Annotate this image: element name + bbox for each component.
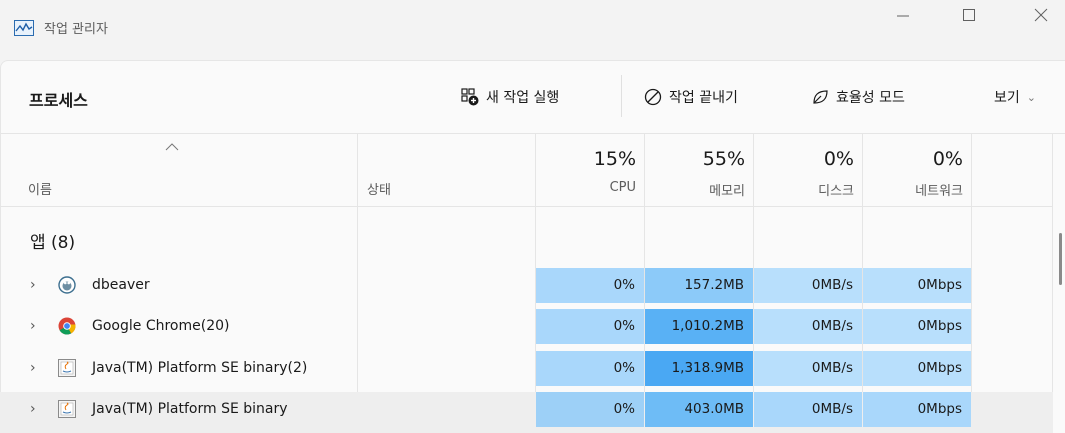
maximize-button[interactable] bbox=[948, 4, 990, 30]
cpu-value: 0% bbox=[536, 309, 644, 344]
table-row[interactable]: › Java(TM) Platform SE binary(2) 0% 1,31… bbox=[0, 351, 1053, 386]
window-title: 작업 관리자 bbox=[44, 22, 108, 37]
minimize-button[interactable] bbox=[882, 4, 924, 30]
cpu-value: 0% bbox=[536, 351, 644, 386]
network-total: 0% bbox=[932, 148, 963, 170]
disk-value: 0MB/s bbox=[754, 351, 862, 386]
leaf-icon bbox=[813, 90, 828, 104]
end-task-button[interactable]: 작업 끝내기 bbox=[644, 86, 738, 108]
new-task-label: 새 작업 실행 bbox=[486, 90, 560, 106]
new-task-button[interactable]: 새 작업 실행 bbox=[461, 86, 559, 108]
minimize-icon bbox=[897, 15, 909, 17]
cpu-value: 0% bbox=[536, 392, 644, 427]
process-name: Java(TM) Platform SE binary bbox=[92, 401, 288, 417]
close-button[interactable] bbox=[1020, 4, 1062, 30]
column-network[interactable]: 네트워크 bbox=[887, 180, 963, 199]
memory-value: 157.2MB bbox=[645, 268, 753, 303]
sort-ascending-icon bbox=[165, 143, 179, 151]
chevron-down-icon: ⌄ bbox=[1026, 90, 1036, 104]
end-task-label: 작업 끝내기 bbox=[669, 90, 738, 106]
table-row[interactable]: › Java(TM) Platform SE binary 0% 403.0MB… bbox=[0, 392, 1053, 433]
title-bar: 작업 관리자 bbox=[0, 0, 1065, 60]
disk-total: 0% bbox=[823, 148, 854, 170]
memory-value: 1,010.2MB bbox=[645, 309, 753, 344]
toolbar: 프로세스 새 작업 실행 작업 끝내기 효율성 모드 보기 ⌄ bbox=[1, 61, 1065, 134]
network-value: 0Mbps bbox=[863, 268, 971, 303]
disk-value: 0MB/s bbox=[754, 309, 862, 344]
process-name: Java(TM) Platform SE binary(2) bbox=[92, 360, 308, 376]
efficiency-mode-button[interactable]: 효율성 모드 bbox=[811, 86, 905, 108]
table-row[interactable]: › Google Chrome(20) 0% 1,010.2MB 0MB/s 0… bbox=[0, 309, 1053, 344]
group-header-apps[interactable]: 앱 (8) bbox=[30, 228, 75, 253]
view-label: 보기 bbox=[994, 90, 1020, 106]
memory-total: 55% bbox=[702, 148, 745, 170]
network-value: 0Mbps bbox=[863, 351, 971, 386]
chevron-right-icon[interactable]: › bbox=[30, 277, 36, 293]
java-icon bbox=[58, 359, 76, 377]
new-task-icon bbox=[461, 88, 479, 106]
task-manager-icon bbox=[14, 20, 34, 36]
network-value: 0Mbps bbox=[863, 392, 971, 427]
chevron-right-icon[interactable]: › bbox=[30, 360, 36, 376]
java-icon bbox=[58, 400, 76, 418]
chevron-right-icon[interactable]: › bbox=[30, 401, 36, 417]
chrome-icon bbox=[58, 317, 76, 335]
page-title: 프로세스 bbox=[29, 91, 88, 110]
disk-value: 0MB/s bbox=[754, 392, 862, 427]
memory-value: 1,318.9MB bbox=[645, 351, 753, 386]
toolbar-divider bbox=[621, 75, 622, 117]
network-value: 0Mbps bbox=[863, 309, 971, 344]
process-name: Google Chrome(20) bbox=[92, 318, 230, 334]
disk-value: 0MB/s bbox=[754, 268, 862, 303]
close-icon bbox=[1034, 8, 1048, 22]
cpu-value: 0% bbox=[536, 268, 644, 303]
cpu-total: 15% bbox=[593, 148, 636, 170]
end-task-icon bbox=[644, 88, 662, 106]
column-name[interactable]: 이름 bbox=[28, 179, 52, 198]
process-name: dbeaver bbox=[92, 277, 150, 293]
memory-value: 403.0MB bbox=[645, 392, 753, 427]
column-disk[interactable]: 디스크 bbox=[778, 180, 854, 199]
column-memory[interactable]: 메모리 bbox=[669, 180, 745, 199]
view-menu-button[interactable]: 보기 ⌄ bbox=[994, 86, 1036, 108]
dbeaver-icon bbox=[58, 276, 76, 294]
efficiency-mode-label: 효율성 모드 bbox=[836, 90, 905, 106]
vertical-scrollbar[interactable] bbox=[1059, 233, 1062, 285]
table-row[interactable]: › dbeaver 0% 157.2MB 0MB/s 0Mbps bbox=[0, 268, 1053, 303]
chevron-right-icon[interactable]: › bbox=[30, 318, 36, 334]
column-cpu[interactable]: CPU bbox=[560, 180, 636, 195]
maximize-icon bbox=[963, 9, 975, 21]
column-status[interactable]: 상태 bbox=[367, 179, 391, 198]
